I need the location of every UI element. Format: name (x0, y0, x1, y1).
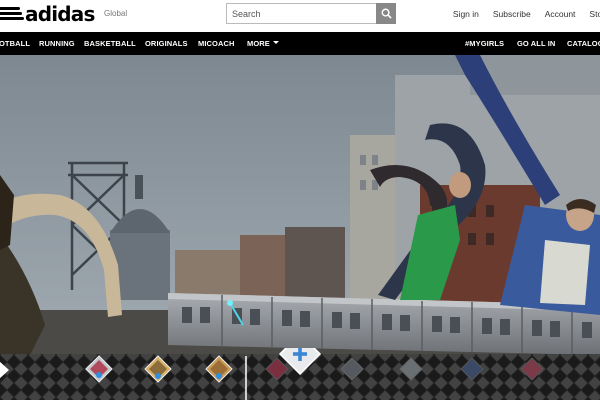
nav-item-more[interactable]: MORE (247, 39, 280, 48)
store-locator-link[interactable]: Store l (589, 9, 600, 19)
utility-links: Sign in Subscribe Account Store l (453, 9, 600, 19)
search-icon (381, 8, 392, 19)
search-input[interactable] (226, 3, 376, 24)
top-header: adidas Global Sign in Subscribe Account … (0, 0, 600, 32)
nav-item-running[interactable]: RUNNING (39, 39, 75, 48)
adidas-logo[interactable]: adidas (0, 3, 95, 25)
account-link[interactable]: Account (545, 9, 576, 19)
logo-stripes-icon (0, 6, 24, 22)
caret-down-icon (273, 41, 280, 44)
main-nav: OTBALL RUNNING BASKETBALL ORIGINALS MICO… (0, 32, 600, 55)
plus-icon (216, 373, 222, 379)
region-label[interactable]: Global (104, 9, 127, 18)
brand-name: adidas (25, 2, 95, 26)
subscribe-link[interactable]: Subscribe (493, 9, 531, 19)
search-box (226, 3, 396, 24)
nav-item-originals[interactable]: ORIGINALS (145, 39, 188, 48)
plus-icon (96, 372, 102, 378)
nav-item-basketball[interactable]: BASKETBALL (84, 39, 136, 48)
nav-item-go-all-in[interactable]: GO ALL IN (517, 39, 555, 48)
nav-item-mygirls[interactable]: #MYGIRLS (465, 39, 504, 48)
sign-in-link[interactable]: Sign in (453, 9, 479, 19)
nav-more-label: MORE (247, 39, 270, 48)
video-timeline[interactable] (0, 348, 600, 400)
nav-item-micoach[interactable]: MICOACH (198, 39, 235, 48)
nav-item-football[interactable]: OTBALL (0, 39, 30, 48)
plus-icon (155, 373, 161, 379)
nav-item-catalog[interactable]: CATALOG (567, 39, 600, 48)
hero-video[interactable] (0, 55, 600, 355)
search-button[interactable] (376, 3, 396, 24)
building (285, 227, 345, 307)
